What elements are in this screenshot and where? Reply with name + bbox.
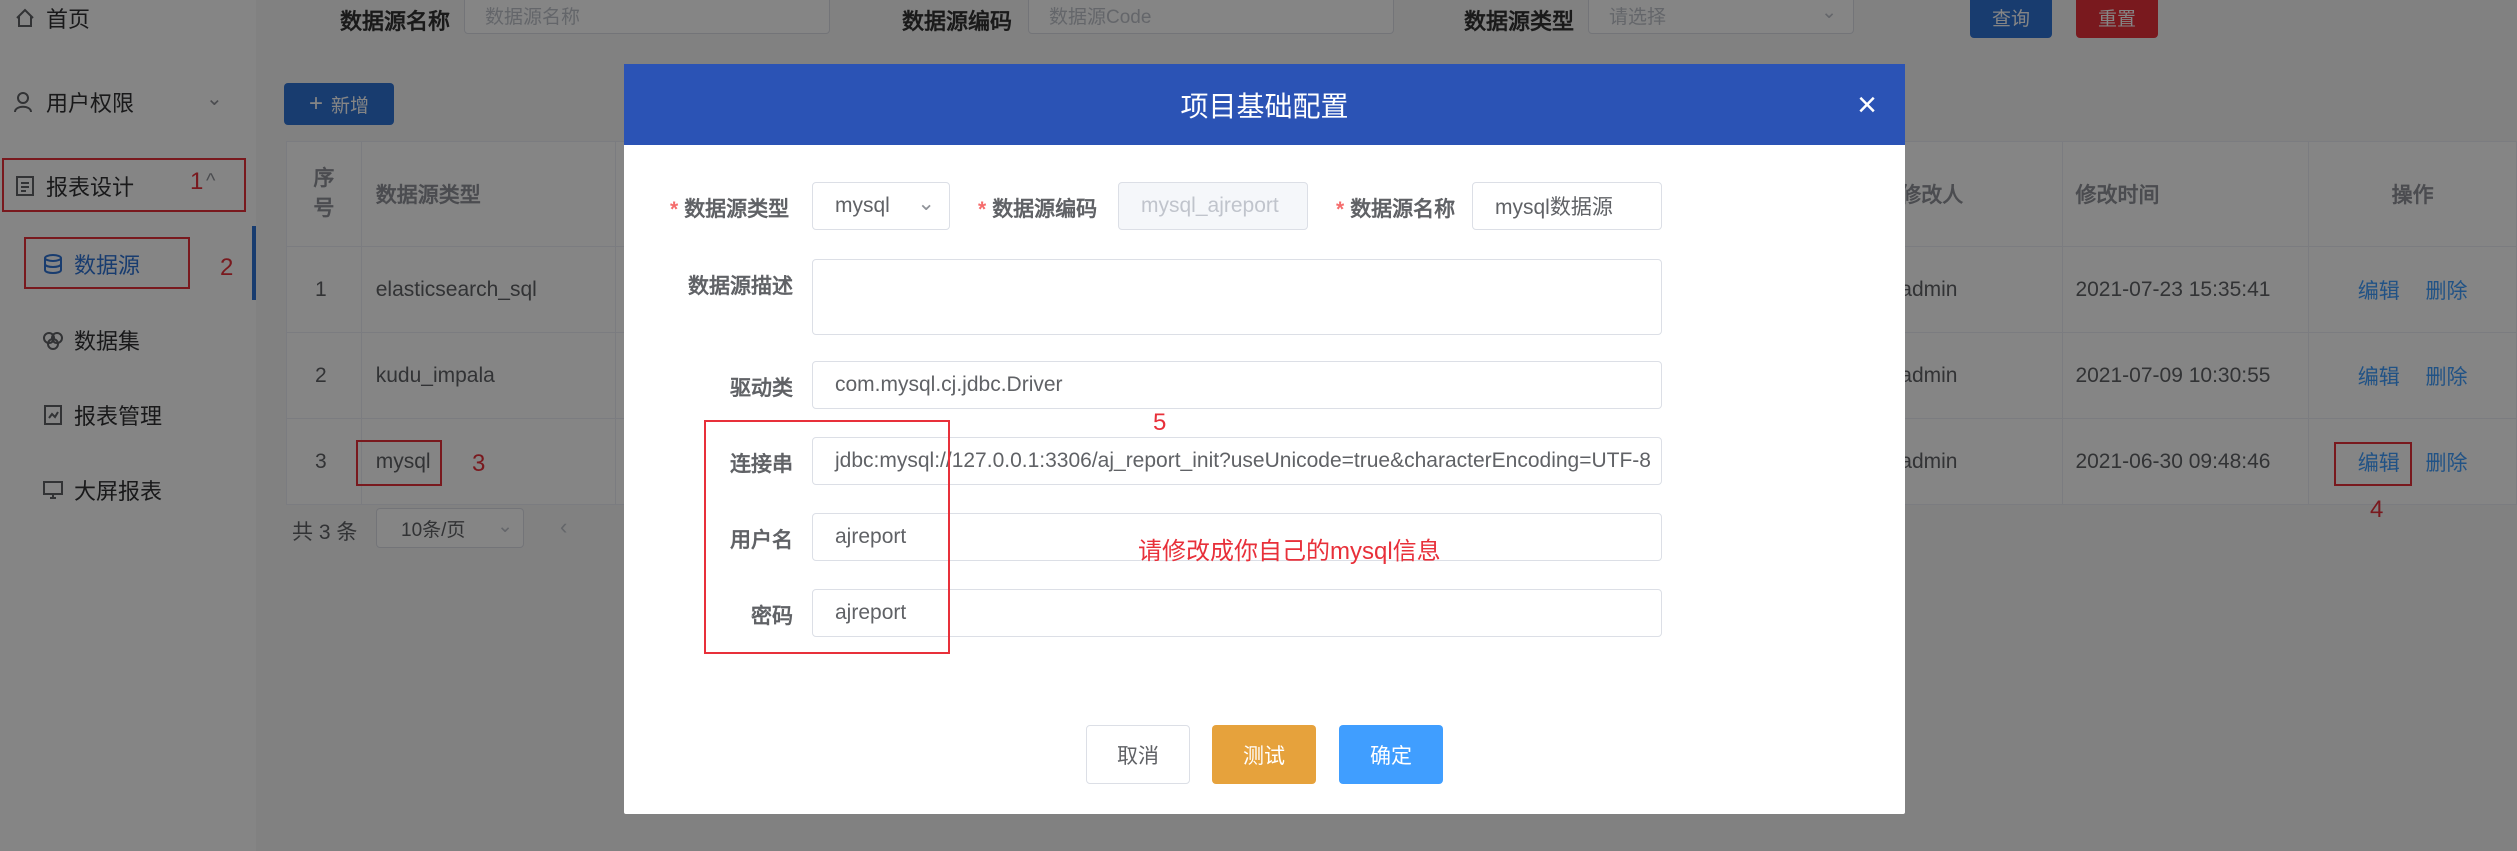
annotation-number: 5 xyxy=(1153,409,1167,436)
select-value: mysql xyxy=(835,194,890,217)
name-label: * 数据源名称 xyxy=(1336,198,1456,221)
desc-label: 数据源描述 xyxy=(688,275,793,298)
required-mark: * xyxy=(1336,198,1345,221)
datasource-type-select[interactable]: mysql ⌄ xyxy=(812,182,950,230)
datasource-code-input: mysql_ajreport xyxy=(1118,182,1308,230)
type-label: * 数据源类型 xyxy=(670,198,790,221)
driver-class-input[interactable]: com.mysql.cj.jdbc.Driver xyxy=(812,361,1662,409)
close-icon[interactable]: × xyxy=(1857,86,1877,125)
datasource-desc-textarea[interactable] xyxy=(812,259,1662,335)
cancel-button[interactable]: 取消 xyxy=(1086,725,1190,784)
code-label: * 数据源编码 xyxy=(978,198,1098,221)
required-mark: * xyxy=(670,198,679,221)
dialog-header: 项目基础配置 × xyxy=(624,64,1905,145)
annotation-box-5 xyxy=(704,420,950,654)
config-dialog: 项目基础配置 × * 数据源类型 mysql ⌄ * 数据源编码 mysql_ajr… xyxy=(624,64,1905,814)
annotation-note: 请修改成你自己的mysql信息 xyxy=(1138,538,1441,565)
datasource-name-input[interactable]: mysql数据源 xyxy=(1472,182,1662,230)
chevron-down-icon: ⌄ xyxy=(917,192,935,215)
required-mark: * xyxy=(978,198,987,221)
dialog-title: 项目基础配置 xyxy=(1180,90,1349,122)
confirm-button[interactable]: 确定 xyxy=(1339,725,1443,784)
driver-label: 驱动类 xyxy=(730,377,793,400)
test-button[interactable]: 测试 xyxy=(1212,725,1316,784)
